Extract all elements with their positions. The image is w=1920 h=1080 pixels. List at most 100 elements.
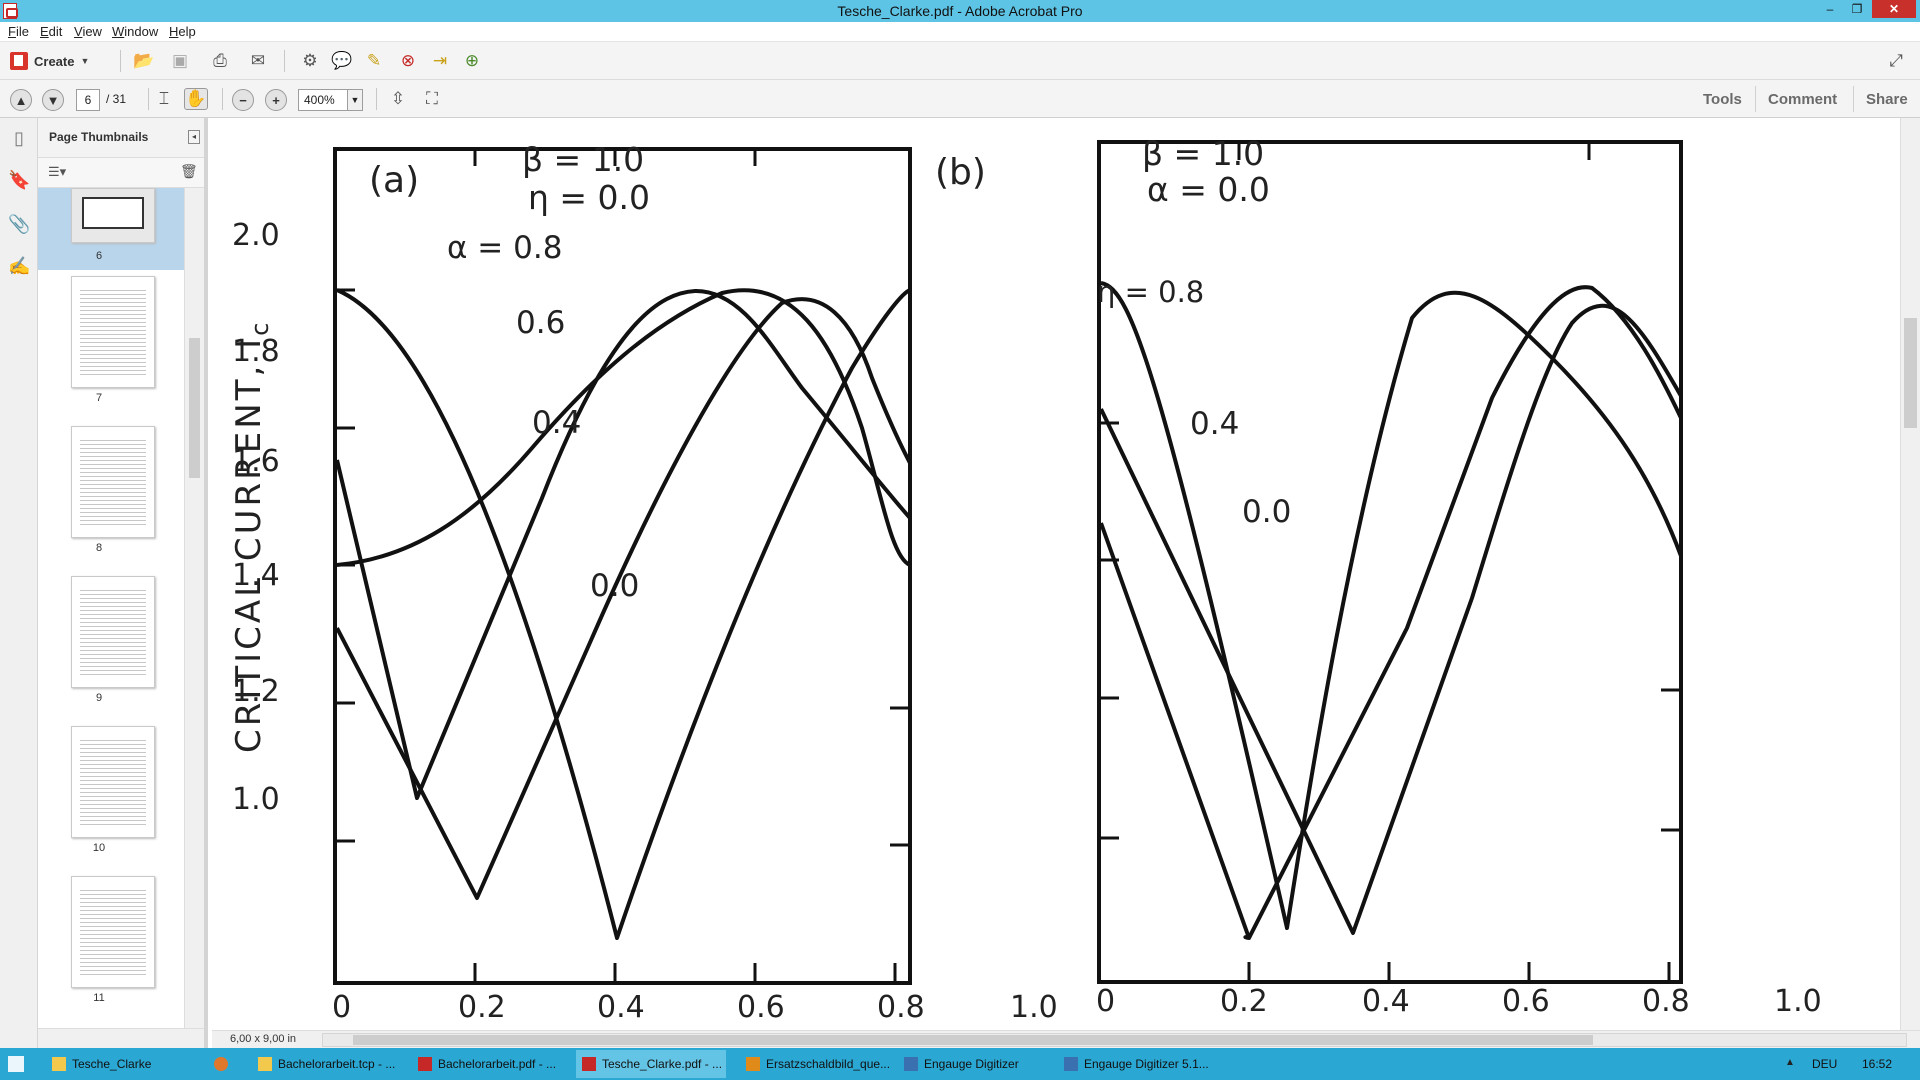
tools-tab[interactable]: Tools	[1703, 89, 1742, 111]
y-tick-label: 1.8	[232, 334, 280, 369]
thumbnail-page-11[interactable]: 11	[38, 876, 184, 1006]
texmaker-icon	[258, 1057, 272, 1071]
export-icon[interactable]: ⇥	[428, 50, 452, 72]
print-icon[interactable]: ⎙	[208, 50, 232, 72]
select-cursor-icon[interactable]: ⌶	[152, 88, 176, 110]
curve-label-b-0.0: 0.0	[1242, 494, 1292, 530]
windows-taskbar: Tesche_Clarke Bachelorarbeit.tcp - ... B…	[0, 1048, 1920, 1080]
comment-tab[interactable]: Comment	[1768, 89, 1837, 111]
signatures-icon[interactable]: ✍	[8, 256, 30, 278]
navigation-pane-strip: ▯ 🔖 📎 ✍	[0, 118, 38, 1048]
restore-button[interactable]: ❐	[1845, 0, 1869, 18]
scrollbar-thumb[interactable]	[353, 1035, 1593, 1045]
document-horizontal-scrollbar[interactable]	[322, 1033, 1907, 1047]
taskbar-item-label: Tesche_Clarke	[72, 1057, 152, 1071]
attachments-icon[interactable]: 📎	[8, 214, 30, 236]
bookmarks-icon[interactable]: 🔖	[8, 170, 30, 192]
menu-window[interactable]: Window	[112, 24, 158, 39]
x-tick-label-a: 0.6	[737, 990, 785, 1025]
taskbar-item-ersatzschaltbild[interactable]: Ersatzschaldbild_que...	[740, 1050, 890, 1078]
panel-a-eta: η = 0.0	[528, 178, 651, 217]
delete-page-icon[interactable]: ⊗	[396, 50, 420, 72]
save-icon[interactable]: ▣	[168, 50, 192, 72]
highlight-icon[interactable]: ✎	[362, 50, 386, 72]
taskbar-item-bachelorarbeit-pdf[interactable]: Bachelorarbeit.pdf - ...	[412, 1050, 572, 1078]
x-tick-label-a: 0.2	[458, 990, 506, 1025]
next-page-icon[interactable]: ▼	[42, 89, 64, 111]
collapse-panel-icon[interactable]: ◂	[188, 130, 200, 144]
y-tick-label: 1.6	[232, 444, 280, 479]
taskbar-item-tesche-pdf[interactable]: Tesche_Clarke.pdf - ...	[576, 1050, 726, 1078]
scrollbar-thumb[interactable]	[189, 338, 200, 478]
thumbnail-page-10[interactable]: 10	[38, 726, 184, 856]
taskbar-item-firefox[interactable]	[208, 1050, 248, 1078]
toolbar-divider	[1755, 86, 1756, 112]
menu-file[interactable]: File	[8, 24, 29, 39]
thumbnail-page-6[interactable]: 6	[38, 188, 184, 270]
thumbnail-page-9[interactable]: 9	[38, 576, 184, 706]
tray-expand-icon[interactable]: ▲	[1785, 1057, 1795, 1068]
thumbnail-page-8[interactable]: 8	[38, 426, 184, 556]
thumbnail-label: 7	[95, 392, 103, 404]
fit-width-icon[interactable]: ⛶	[420, 88, 444, 110]
navigation-toolbar: ▲ ▼ 6 / 31 ⌶ ✋ − + 400% ▼ ⇳ ⛶ Tools Comm…	[0, 80, 1920, 118]
zoom-level-input[interactable]: 400%	[298, 89, 348, 111]
input-language[interactable]: DEU	[1812, 1057, 1837, 1071]
thumbnails-tools: ☰▾ 🗑	[38, 158, 204, 188]
comment-bubble-icon[interactable]: 💬	[330, 50, 354, 72]
panel-b-alpha: α = 0.0	[1147, 170, 1270, 209]
menu-view[interactable]: View	[74, 24, 102, 39]
create-button[interactable]: Create ▼	[10, 50, 89, 72]
toolbar-divider	[120, 50, 121, 72]
thumbnail-options-icon[interactable]: ☰▾	[48, 164, 66, 180]
y-tick-label: 2.0	[232, 218, 280, 253]
engauge-icon	[1064, 1057, 1078, 1071]
page-number-input[interactable]: 6	[76, 89, 100, 111]
zoom-dropdown-icon[interactable]: ▼	[347, 89, 363, 111]
panel-b-beta: β = 1.0	[1142, 134, 1265, 173]
menu-help[interactable]: Help	[169, 24, 196, 39]
open-folder-icon[interactable]: 📂	[132, 50, 156, 72]
taskbar-item-bachelorarbeit-tcp[interactable]: Bachelorarbeit.tcp - ...	[252, 1050, 408, 1078]
curve-a-alpha-0.6	[335, 288, 912, 800]
clock[interactable]: 16:52	[1862, 1057, 1892, 1071]
document-view[interactable]: (a) β = 1.0 η = 0.0 α = 0.8 0.6 0.4 0.0 …	[212, 118, 1900, 1030]
hand-tool-icon[interactable]: ✋	[184, 88, 208, 110]
create-label: Create	[34, 53, 75, 69]
taskbar-item-engauge-5[interactable]: Engauge Digitizer 5.1...	[1058, 1050, 1218, 1078]
minimize-button[interactable]: –	[1818, 0, 1842, 18]
thumbnail-page-7[interactable]: 7	[38, 276, 184, 406]
insert-page-icon[interactable]: ⊕	[460, 50, 484, 72]
fit-page-icon[interactable]: ⇳	[386, 88, 410, 110]
x-tick-label-b: 0.4	[1362, 984, 1410, 1019]
document-vertical-scrollbar[interactable]	[1900, 118, 1920, 1030]
taskbar-item-engauge[interactable]: Engauge Digitizer	[898, 1050, 1048, 1078]
taskbar-item-label: Bachelorarbeit.tcp - ...	[278, 1057, 396, 1071]
menu-edit[interactable]: Edit	[40, 24, 62, 39]
curve-label-0.4: 0.4	[532, 405, 582, 441]
settings-gear-icon[interactable]: ⚙	[298, 50, 322, 72]
start-icon[interactable]	[8, 1056, 24, 1072]
taskbar-item-label: Engauge Digitizer 5.1...	[1084, 1057, 1209, 1071]
thumbnail-label: 10	[92, 842, 106, 854]
taskbar-item-tesche-folder[interactable]: Tesche_Clarke	[46, 1050, 164, 1078]
taskbar-item-label: Engauge Digitizer	[924, 1057, 1019, 1071]
fullscreen-icon[interactable]: ⤢	[1884, 50, 1908, 72]
toolbar-divider	[1853, 86, 1854, 112]
panel-b-ticks	[1099, 142, 1681, 982]
trash-icon[interactable]: 🗑	[180, 163, 198, 180]
close-button[interactable]: ✕	[1872, 0, 1916, 18]
thumbnails-vertical-scrollbar[interactable]	[184, 188, 204, 1028]
curve-label-0.6: 0.6	[516, 305, 566, 341]
scrollbar-thumb[interactable]	[1904, 318, 1917, 428]
page-total: / 31	[106, 92, 127, 106]
page-thumbnails-icon[interactable]: ▯	[8, 128, 30, 150]
thumbnail-image	[71, 726, 155, 838]
email-icon[interactable]: ✉	[246, 50, 270, 72]
zoom-out-icon[interactable]: −	[232, 89, 254, 111]
zoom-in-icon[interactable]: +	[265, 89, 287, 111]
previous-page-icon[interactable]: ▲	[10, 89, 32, 111]
x-tick-label-b: 0.6	[1502, 984, 1550, 1019]
share-tab[interactable]: Share	[1866, 89, 1908, 111]
thumbnails-horizontal-scrollbar[interactable]	[38, 1028, 204, 1048]
